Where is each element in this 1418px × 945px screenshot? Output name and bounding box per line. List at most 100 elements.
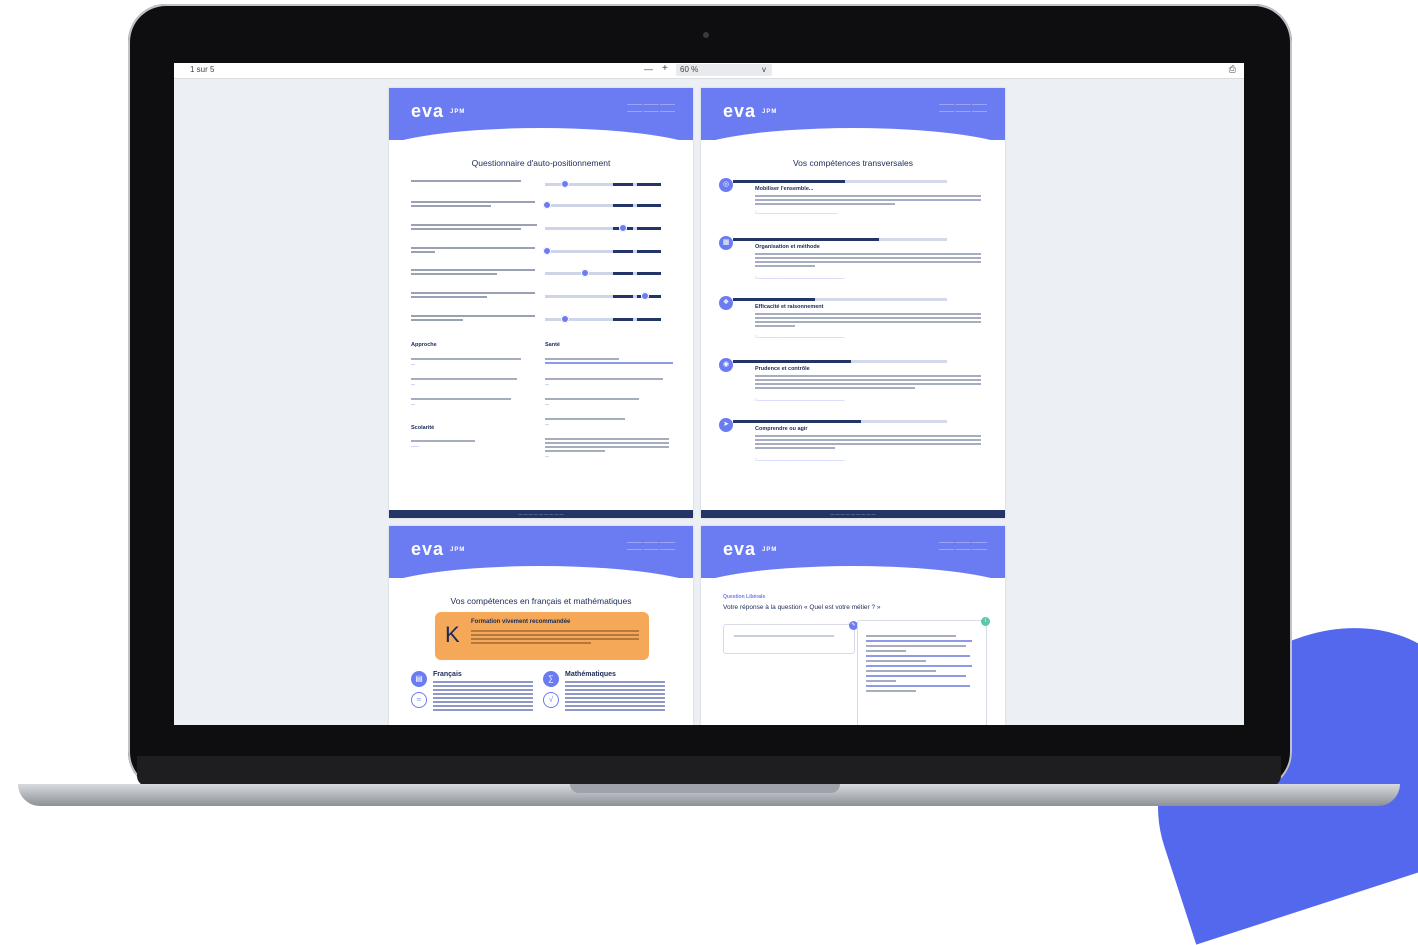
page-title: Vos compétences transversales xyxy=(792,158,913,168)
grid-icon: ▦ xyxy=(719,236,733,250)
competence-link[interactable]: □ ———————————————————————— xyxy=(755,276,844,280)
pdf-page-4: eva JPM ——— ——— ——— ——— ——— ——— Question L… xyxy=(701,526,1005,725)
ear-icon: K xyxy=(445,622,460,647)
eva-logo: eva JPM xyxy=(723,101,778,121)
page-title: Questionnaire d'auto-positionnement xyxy=(471,158,611,168)
header-wave xyxy=(389,566,693,596)
brain-icon: ❖ xyxy=(719,296,733,310)
answer: — xyxy=(545,438,675,458)
zoom-select[interactable]: 60 % v xyxy=(676,64,772,76)
printer-icon[interactable]: ⎙ xyxy=(1229,64,1236,75)
competence-block: ❖ Efficacité et raisonnement □ —————————… xyxy=(719,296,985,348)
competence-title: Organisation et méthode xyxy=(755,244,820,250)
banner-title: Formation vivement recommandée xyxy=(471,619,571,625)
eye-icon: ◉ xyxy=(719,358,733,372)
competence-link[interactable]: □ ———————————————————————— xyxy=(755,335,844,339)
question-row xyxy=(411,180,673,198)
competence-link[interactable]: □ ———————————————————————— xyxy=(755,398,844,402)
competence-block: ➤ Comprendre ou agir □ —————————————————… xyxy=(719,418,985,472)
french-icon: ≈ xyxy=(411,692,427,708)
pdf-toolbar: 1 sur 5 — + 60 % v ⎙ xyxy=(174,63,1244,79)
slider[interactable] xyxy=(545,180,661,188)
question-row xyxy=(411,224,673,242)
target-icon: ◎ xyxy=(719,178,733,192)
recommendation-banner: K Formation vivement recommandée xyxy=(435,612,649,660)
page-header: eva JPM ——— ——— ——— ——— ——— ——— xyxy=(389,526,693,596)
book-icon: ▤ xyxy=(411,671,427,687)
slider[interactable] xyxy=(543,247,661,255)
competence-bar xyxy=(733,238,947,241)
slider[interactable] xyxy=(543,201,661,209)
page-title: Vos compétences en français et mathémati… xyxy=(450,596,632,606)
laptop-notch xyxy=(570,784,840,793)
competence-bar xyxy=(733,360,947,363)
answer: — xyxy=(545,418,675,426)
competence-title: Mobiliser l'ensemble... xyxy=(755,186,814,192)
competence-bar xyxy=(733,298,947,301)
competence-link[interactable]: □ ———————————————————————— xyxy=(755,458,844,462)
section-label: Question Libérale xyxy=(723,594,766,600)
section-sante: Santé xyxy=(545,342,560,348)
header-wave xyxy=(701,128,1005,158)
question-row xyxy=(411,292,673,310)
competence-bar xyxy=(733,180,947,183)
competence-block: ◎ Mobiliser l'ensemble... □ ————————————… xyxy=(719,178,985,228)
subject-title: Français xyxy=(433,671,462,678)
answer: —— xyxy=(411,440,531,448)
answer: — xyxy=(411,398,531,406)
pdf-page-2: eva JPM ——— ——— ——— ——— ——— ——— Vos compét… xyxy=(701,88,1005,518)
eva-logo: eva JPM xyxy=(411,539,466,559)
answer: — xyxy=(545,398,675,406)
pdf-page-3: eva JPM ——— ——— ——— ——— ——— ——— Vos compét… xyxy=(389,526,693,725)
page-footer: — — — — — — — — — xyxy=(389,510,693,518)
zoom-out-button[interactable]: — xyxy=(644,64,653,74)
question-row xyxy=(411,315,673,333)
chevron-down-icon: v xyxy=(762,65,766,74)
header-meta: ——— ——— ——— ——— ——— ——— xyxy=(939,102,987,115)
answer: — xyxy=(411,358,531,366)
zoom-in-button[interactable]: + xyxy=(662,63,668,74)
pdf-viewer: 1 sur 5 — + 60 % v ⎙ eva JPM ——— ——— ——— —… xyxy=(174,63,1244,725)
subject-title: Mathématiques xyxy=(565,671,616,678)
header-wave xyxy=(701,566,1005,596)
page-header: eva JPM ——— ——— ——— ——— ——— ——— xyxy=(389,88,693,158)
slider[interactable] xyxy=(545,224,661,232)
section-scolarite: Scolarité xyxy=(411,425,435,431)
info-icon[interactable]: i xyxy=(981,617,990,626)
slider[interactable] xyxy=(545,269,661,277)
eva-logo: eva JPM xyxy=(411,101,466,121)
page-header: eva JPM ——— ——— ——— ——— ——— ——— xyxy=(701,88,1005,158)
competence-title: Comprendre ou agir xyxy=(755,426,808,432)
competence-link[interactable]: □ —————————————————————— xyxy=(755,211,837,215)
camera-icon xyxy=(703,32,709,38)
analysis-card: i xyxy=(857,617,990,725)
answer-card: ✎ xyxy=(723,621,858,654)
slider[interactable] xyxy=(545,292,661,300)
competence-bar xyxy=(733,420,947,423)
header-meta: ——— ——— ——— ——— ——— ——— xyxy=(627,540,675,553)
answer xyxy=(545,358,675,364)
eva-logo: eva JPM xyxy=(723,539,778,559)
slider[interactable] xyxy=(545,315,661,323)
answer: — xyxy=(411,378,531,386)
header-meta: ——— ——— ——— ——— ——— ——— xyxy=(939,540,987,553)
header-wave xyxy=(389,128,693,158)
question-row xyxy=(411,269,673,287)
math-icon: √ xyxy=(543,692,559,708)
question-row xyxy=(411,201,673,219)
page-indicator[interactable]: 1 sur 5 xyxy=(190,65,214,74)
page-header: eva JPM ——— ——— ——— ——— ——— ——— xyxy=(701,526,1005,596)
laptop-bezel xyxy=(137,756,1281,786)
competence-block: ◉ Prudence et contrôle □ ———————————————… xyxy=(719,358,985,412)
competence-title: Efficacité et raisonnement xyxy=(755,304,824,310)
pdf-page-1: eva JPM ——— ——— ——— ——— ——— ——— Questionna… xyxy=(389,88,693,518)
zoom-value: 60 % xyxy=(680,65,699,74)
competence-block: ▦ Organisation et méthode □ ————————————… xyxy=(719,236,985,290)
calculator-icon: ∑ xyxy=(543,671,559,687)
answer: — xyxy=(545,378,675,386)
section-approche: Approche xyxy=(411,342,437,348)
competence-title: Prudence et contrôle xyxy=(755,366,810,372)
megaphone-icon: ➤ xyxy=(719,418,733,432)
header-meta: ——— ——— ——— ——— ——— ——— xyxy=(627,102,675,115)
page-footer: — — — — — — — — — xyxy=(701,510,1005,518)
